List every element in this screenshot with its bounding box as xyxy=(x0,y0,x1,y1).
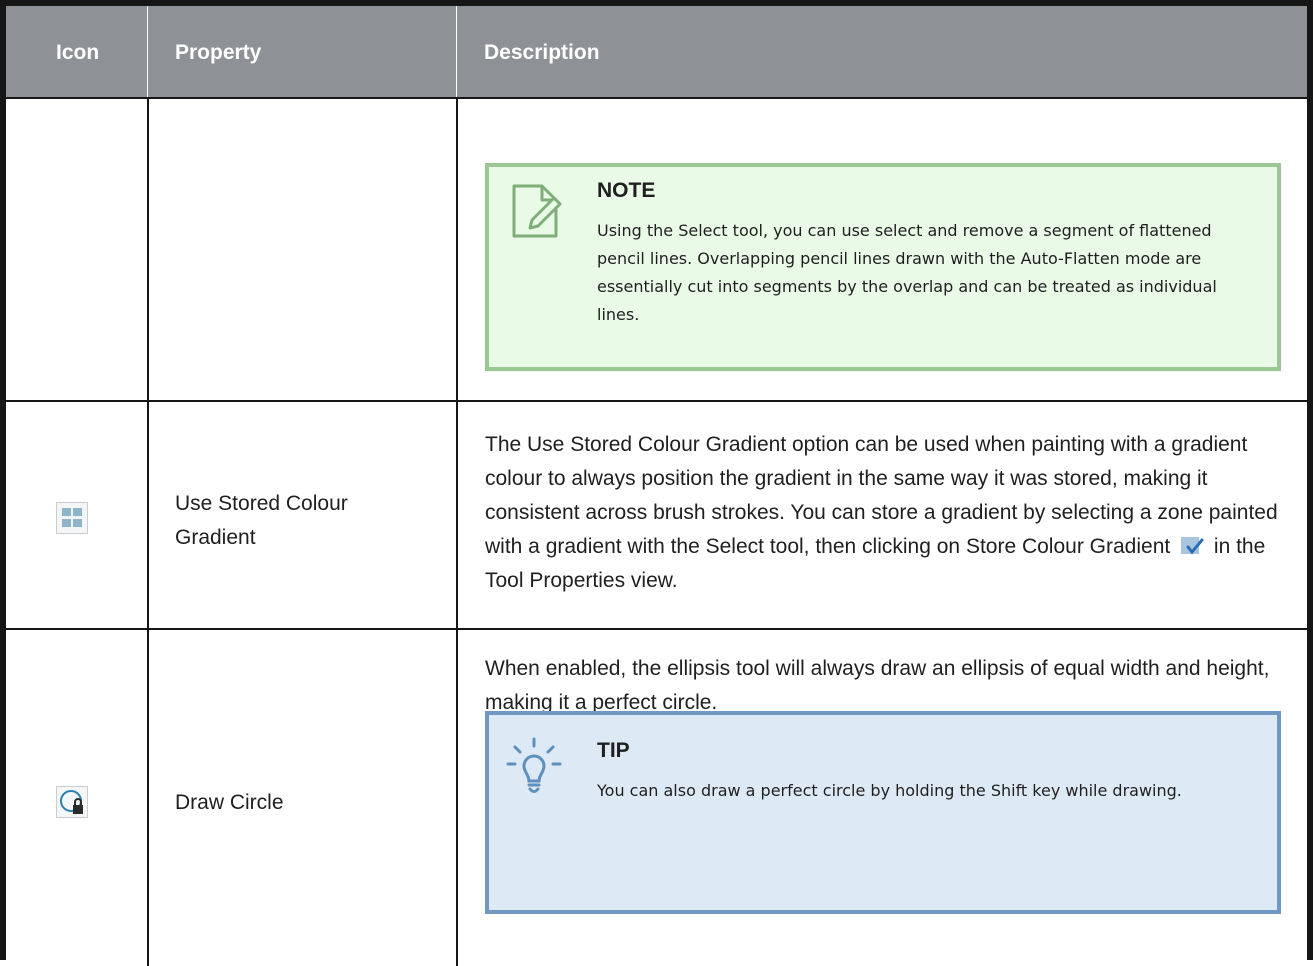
store-colour-gradient-icon xyxy=(1181,537,1204,555)
header-divider xyxy=(456,6,457,97)
tip-box: TIP You can also draw a perfect circle b… xyxy=(485,711,1281,914)
tip-title: TIP xyxy=(597,739,630,762)
table-header: Icon Property Description xyxy=(6,6,1307,99)
description-text: When enabled, the ellipsis tool will alw… xyxy=(485,657,1270,714)
row-divider xyxy=(6,400,1307,402)
property-table: Icon Property Description NOTE Using the… xyxy=(0,0,1313,966)
lightbulb-icon xyxy=(506,737,562,793)
note-box: NOTE Using the Select tool, you can use … xyxy=(485,163,1281,371)
property-name: Use Stored Colour Gradient xyxy=(175,492,348,549)
header-description: Description xyxy=(484,41,600,64)
column-divider xyxy=(456,99,458,966)
description-text-part: The Use Stored Colour Gradient option ca… xyxy=(485,433,1278,558)
draw-circle-lock-icon xyxy=(56,786,88,818)
tip-body: You can also draw a perfect circle by ho… xyxy=(597,781,1182,800)
header-divider xyxy=(147,6,148,97)
row-divider xyxy=(6,628,1307,630)
header-property: Property xyxy=(175,41,262,64)
stored-gradient-grid-icon xyxy=(56,502,88,534)
note-title: NOTE xyxy=(597,179,656,202)
note-body: Using the Select tool, you can use selec… xyxy=(597,221,1217,324)
note-pencil-icon xyxy=(512,184,562,238)
property-table-page: Icon Property Description NOTE Using the… xyxy=(0,0,1313,966)
column-divider xyxy=(147,99,149,966)
header-icon: Icon xyxy=(56,41,100,64)
property-name: Draw Circle xyxy=(175,791,284,814)
description-text: The Use Stored Colour Gradient option ca… xyxy=(485,428,1285,598)
